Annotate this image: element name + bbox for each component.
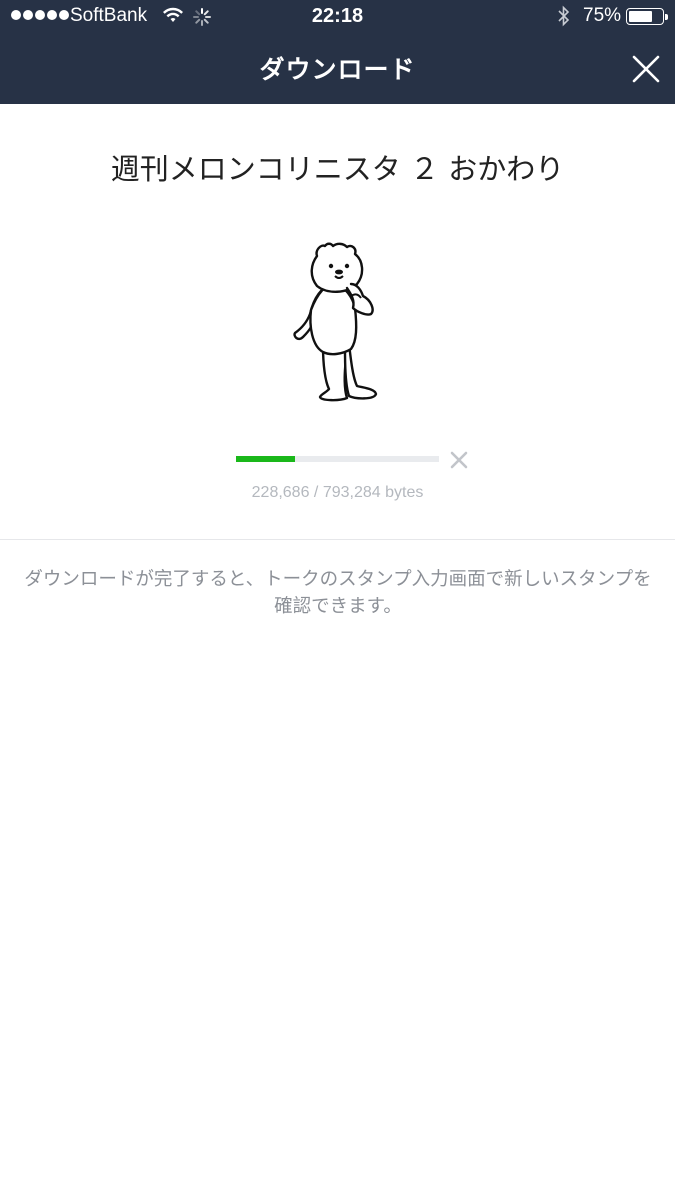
bluetooth-icon: [558, 5, 570, 27]
battery-icon: [626, 8, 668, 25]
divider: [0, 539, 675, 540]
bear-sticker-image: [293, 242, 378, 402]
cancel-icon: [450, 451, 468, 469]
download-progress-bar: [236, 456, 439, 462]
close-icon: [632, 55, 660, 83]
download-bytes-text: 228,686 / 793,284 bytes: [251, 484, 424, 501]
clock: 22:18: [311, 5, 364, 27]
close-button[interactable]: [627, 50, 665, 88]
status-bar: SoftBank 22:18 75%: [0, 0, 675, 34]
download-notice-text: ダウンロードが完了すると、トークのスタンプ入力画面で新しいスタンプを確認できます…: [24, 569, 652, 617]
battery-percentage: 75%: [583, 5, 622, 26]
header-bar: SoftBank 22:18 75% ダウンロード: [0, 0, 675, 104]
download-progress-fill: [236, 456, 295, 462]
sticker-set-title: 週刊メロンコリニスタ ２ おかわり: [110, 152, 565, 186]
page-title: ダウンロード: [259, 55, 416, 84]
cancel-download-button[interactable]: [447, 448, 471, 472]
